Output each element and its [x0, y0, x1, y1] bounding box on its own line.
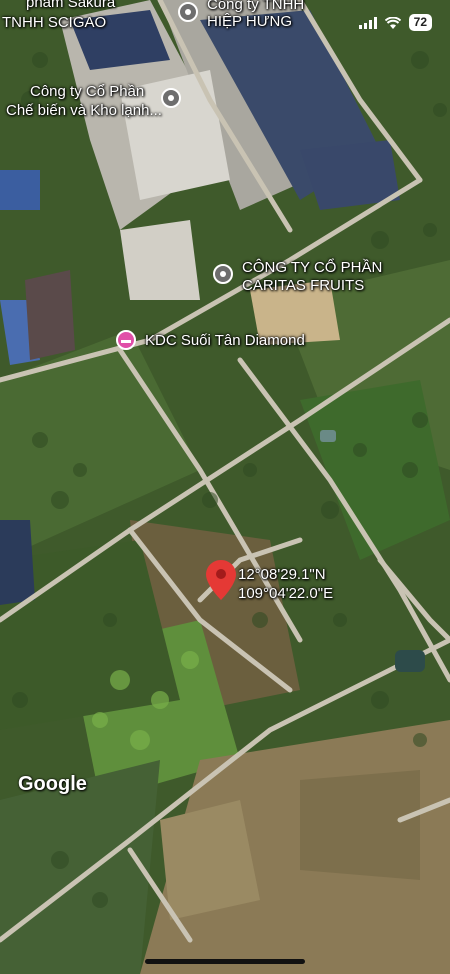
home-indicator[interactable] [145, 959, 305, 964]
dropped-pin-latitude: 12°08'29.1"N [238, 566, 326, 583]
dropped-pin-longitude: 109°04'22.0"E [238, 585, 334, 602]
place-label-hiep-hung-2[interactable]: HIỆP HƯNG [207, 13, 292, 31]
status-icons: 72 [358, 14, 432, 31]
place-pin-icon [185, 9, 191, 15]
place-label-co-phan-1[interactable]: Công ty Cổ Phần [30, 83, 144, 101]
wifi-icon [384, 16, 401, 29]
dropped-pin-icon[interactable] [206, 560, 236, 600]
place-label-co-phan-2[interactable]: Chế biến và Kho lạnh... [6, 102, 162, 120]
place-pin-icon [220, 271, 226, 277]
place-pin-icon [168, 95, 174, 101]
hotel-pin-icon[interactable]: ▬ [116, 330, 136, 350]
signal-icon [358, 16, 377, 29]
place-label-hiep-hung-1[interactable]: Công ty TNHH [207, 0, 304, 14]
satellite-map[interactable] [0, 0, 450, 974]
battery-icon: 72 [408, 14, 432, 31]
place-label-kdc[interactable]: KDC Suối Tân Diamond [145, 332, 305, 350]
place-label-caritas-2[interactable]: CARITAS FRUITS [242, 277, 364, 295]
place-label-caritas-1[interactable]: CÔNG TY CỔ PHẦN [242, 259, 382, 277]
place-label-sakura[interactable]: phẩm Sakura [26, 0, 115, 12]
place-pin-hiep-hung[interactable] [178, 2, 198, 22]
place-pin-co-phan[interactable] [161, 88, 181, 108]
google-logo: Google [18, 773, 87, 795]
place-pin-caritas[interactable] [213, 264, 233, 284]
place-label-tnhh-scigao[interactable]: TNHH SCIGAO [2, 14, 106, 32]
